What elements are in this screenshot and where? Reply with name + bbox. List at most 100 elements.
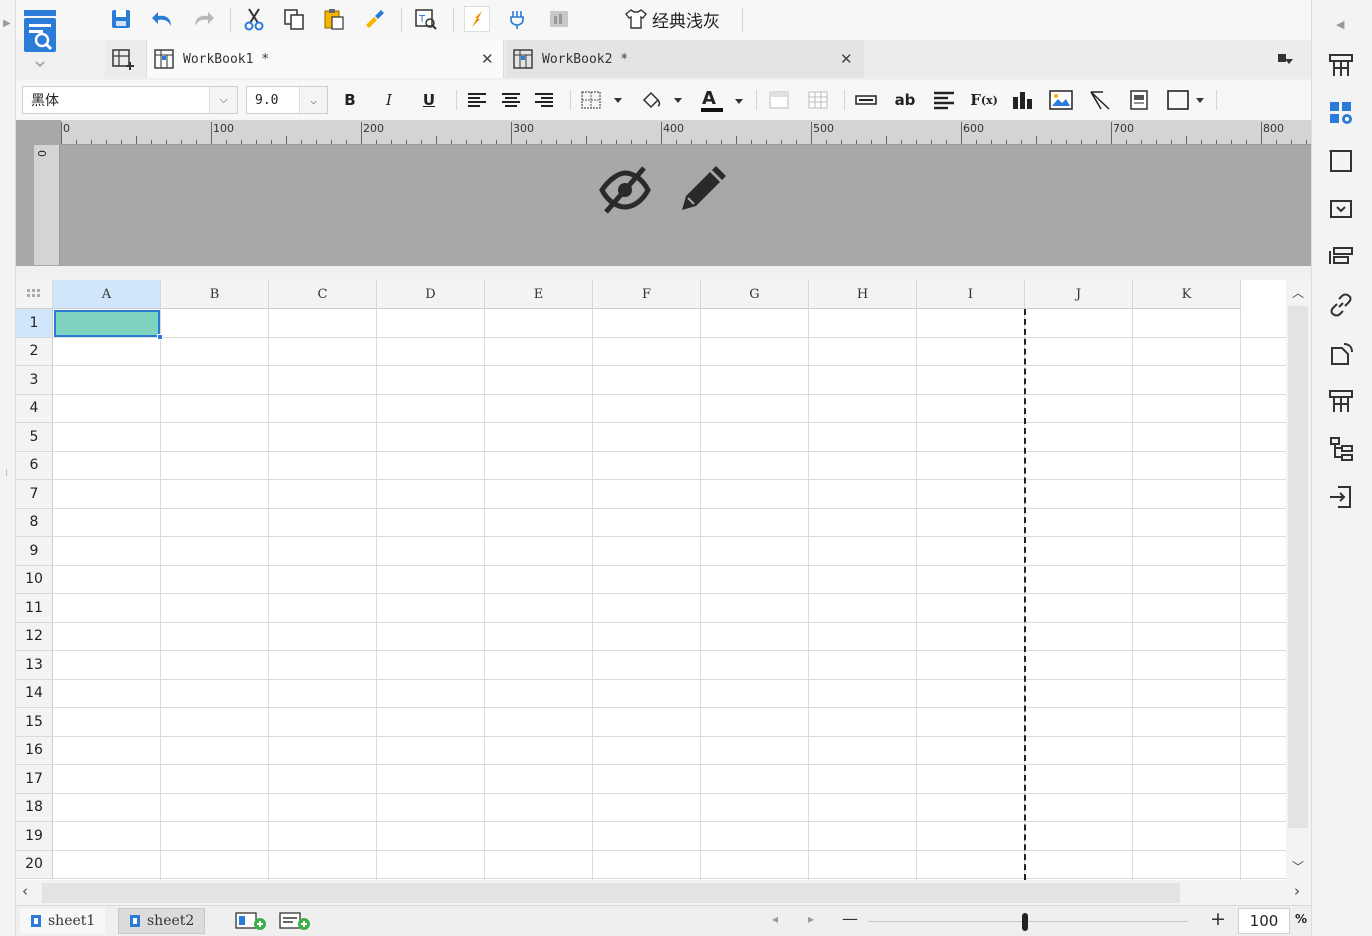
preview-icon[interactable]: T	[413, 6, 439, 32]
collapse-right-icon[interactable]: ◀	[1336, 18, 1344, 31]
align-left-icon[interactable]	[464, 86, 490, 114]
selected-cell[interactable]	[54, 310, 160, 337]
column-header[interactable]: C	[269, 280, 377, 309]
chart-gray-icon[interactable]	[546, 6, 572, 32]
zoom-out-icon[interactable]: —	[842, 909, 858, 928]
column-header[interactable]: H	[809, 280, 917, 309]
row-header[interactable]: 19	[16, 822, 53, 851]
select-all-corner[interactable]	[16, 280, 53, 309]
column-header[interactable]: K	[1133, 280, 1241, 309]
left-collapse-strip[interactable]: ▶ ⁞	[0, 0, 16, 936]
align-center-icon[interactable]	[498, 86, 524, 114]
row-header[interactable]: 13	[16, 651, 53, 680]
designer-menu-button[interactable]	[22, 8, 58, 70]
column-header[interactable]: F	[593, 280, 701, 309]
sheet-tab-1[interactable]: sheet1	[20, 908, 106, 934]
insert-chart-icon[interactable]	[1009, 86, 1035, 114]
font-family-select[interactable]: 黑体 ⌵	[22, 86, 238, 114]
row-header[interactable]: 14	[16, 679, 53, 708]
column-header[interactable]: A	[53, 280, 161, 309]
row-header[interactable]: 16	[16, 736, 53, 765]
merge-cells-icon[interactable]	[805, 86, 831, 114]
resize-grip-icon[interactable]: ⁞	[5, 468, 8, 479]
add-form-sheet-button[interactable]	[278, 910, 314, 932]
row-header[interactable]: 3	[16, 366, 53, 395]
save-icon[interactable]	[108, 6, 134, 32]
close-tab-icon[interactable]: ✕	[481, 50, 494, 68]
row-header[interactable]: 8	[16, 508, 53, 537]
chevron-down-icon[interactable]: ⌵	[209, 87, 237, 113]
vertical-scroll-thumb[interactable]	[1288, 306, 1308, 828]
scroll-down-icon[interactable]: ﹀	[1292, 858, 1304, 875]
insert-text-icon[interactable]: ab	[892, 86, 918, 114]
cut-icon[interactable]	[241, 6, 267, 32]
insert-text-field-icon[interactable]	[853, 86, 879, 114]
sheet-tab-2[interactable]: sheet2	[118, 908, 206, 934]
hyperlink-icon[interactable]	[1326, 290, 1356, 320]
column-header[interactable]: G	[701, 280, 809, 309]
condition-attributes-icon[interactable]	[1326, 338, 1356, 368]
copy-icon[interactable]	[281, 6, 307, 32]
insert-rich-text-icon[interactable]	[931, 86, 957, 114]
theme-switcher[interactable]: 经典浅灰	[624, 6, 720, 32]
cell-structure-icon[interactable]	[1326, 386, 1356, 416]
row-header[interactable]: 2	[16, 337, 53, 366]
tree-structure-icon[interactable]	[1326, 434, 1356, 464]
tab-workbook2[interactable]: WorkBook2 * ✕	[506, 40, 864, 78]
zoom-slider-track[interactable]	[868, 921, 1188, 922]
spreadsheet-grid[interactable]: ABCDEFGHIJK 1 2 3 4 5 6 7 8 9 10 11 12 13 14 15 16 17 18 1…	[16, 280, 1286, 880]
font-color-dropdown[interactable]: A	[697, 86, 747, 114]
column-header[interactable]: J	[1025, 280, 1133, 309]
cell-element-dropdown[interactable]	[1165, 86, 1209, 114]
expand-left-icon[interactable]: ▶	[3, 18, 11, 29]
align-right-icon[interactable]	[531, 86, 557, 114]
row-header[interactable]: 10	[16, 565, 53, 594]
row-header[interactable]: 5	[16, 423, 53, 452]
paste-icon[interactable]	[321, 6, 347, 32]
tab-list-icon[interactable]	[1272, 46, 1298, 72]
plugin-icon[interactable]	[506, 6, 532, 32]
horizontal-scroll-thumb[interactable]	[42, 883, 1180, 903]
border-dropdown[interactable]	[578, 86, 626, 114]
zoom-slider-thumb[interactable]	[1022, 913, 1028, 931]
zoom-in-icon[interactable]: +	[1210, 908, 1226, 930]
freeze-icon[interactable]	[766, 86, 792, 114]
column-header[interactable]: I	[917, 280, 1025, 309]
next-sheet-icon[interactable]: ▸	[808, 912, 814, 926]
insert-slash-icon[interactable]	[1087, 86, 1113, 114]
column-header[interactable]: E	[485, 280, 593, 309]
row-header[interactable]: 20	[16, 850, 53, 879]
chevron-down-icon[interactable]: ⌵	[299, 87, 327, 113]
font-size-select[interactable]: 9.0 ⌵	[246, 86, 328, 114]
zoom-input[interactable]: 100	[1238, 908, 1290, 934]
row-header[interactable]: 7	[16, 480, 53, 509]
row-header[interactable]: 12	[16, 622, 53, 651]
import-icon[interactable]	[1326, 482, 1356, 512]
column-header[interactable]: B	[161, 280, 269, 309]
underline-button[interactable]: U	[416, 86, 442, 114]
cell-attributes-icon[interactable]	[1326, 50, 1356, 80]
row-header[interactable]: 17	[16, 765, 53, 794]
scroll-left-icon[interactable]: ‹	[22, 882, 28, 900]
scroll-right-icon[interactable]: ›	[1294, 882, 1300, 900]
insert-formula-icon[interactable]: F (x)	[970, 86, 998, 114]
page-setup-icon[interactable]	[1326, 194, 1356, 224]
list-settings-icon[interactable]	[1326, 242, 1356, 272]
insert-subreport-icon[interactable]	[1126, 86, 1152, 114]
hide-header-icon[interactable]	[598, 164, 652, 216]
bold-button[interactable]: B	[337, 86, 363, 114]
row-header[interactable]: 18	[16, 793, 53, 822]
insert-image-icon[interactable]	[1048, 86, 1074, 114]
tab-workbook1[interactable]: WorkBook1 * ✕	[146, 40, 504, 78]
widget-settings-icon[interactable]	[1326, 98, 1356, 128]
new-workbook-icon[interactable]	[110, 46, 136, 72]
edit-header-icon[interactable]	[676, 164, 726, 216]
row-header[interactable]: 1	[16, 309, 53, 338]
design-mode-icon[interactable]	[464, 6, 490, 32]
fill-color-dropdown[interactable]	[638, 86, 686, 114]
row-header[interactable]: 11	[16, 594, 53, 623]
row-header[interactable]: 4	[16, 394, 53, 423]
float-element-icon[interactable]	[1326, 146, 1356, 176]
scroll-up-icon[interactable]: ︿	[1292, 284, 1304, 301]
close-tab-icon[interactable]: ✕	[840, 50, 853, 68]
